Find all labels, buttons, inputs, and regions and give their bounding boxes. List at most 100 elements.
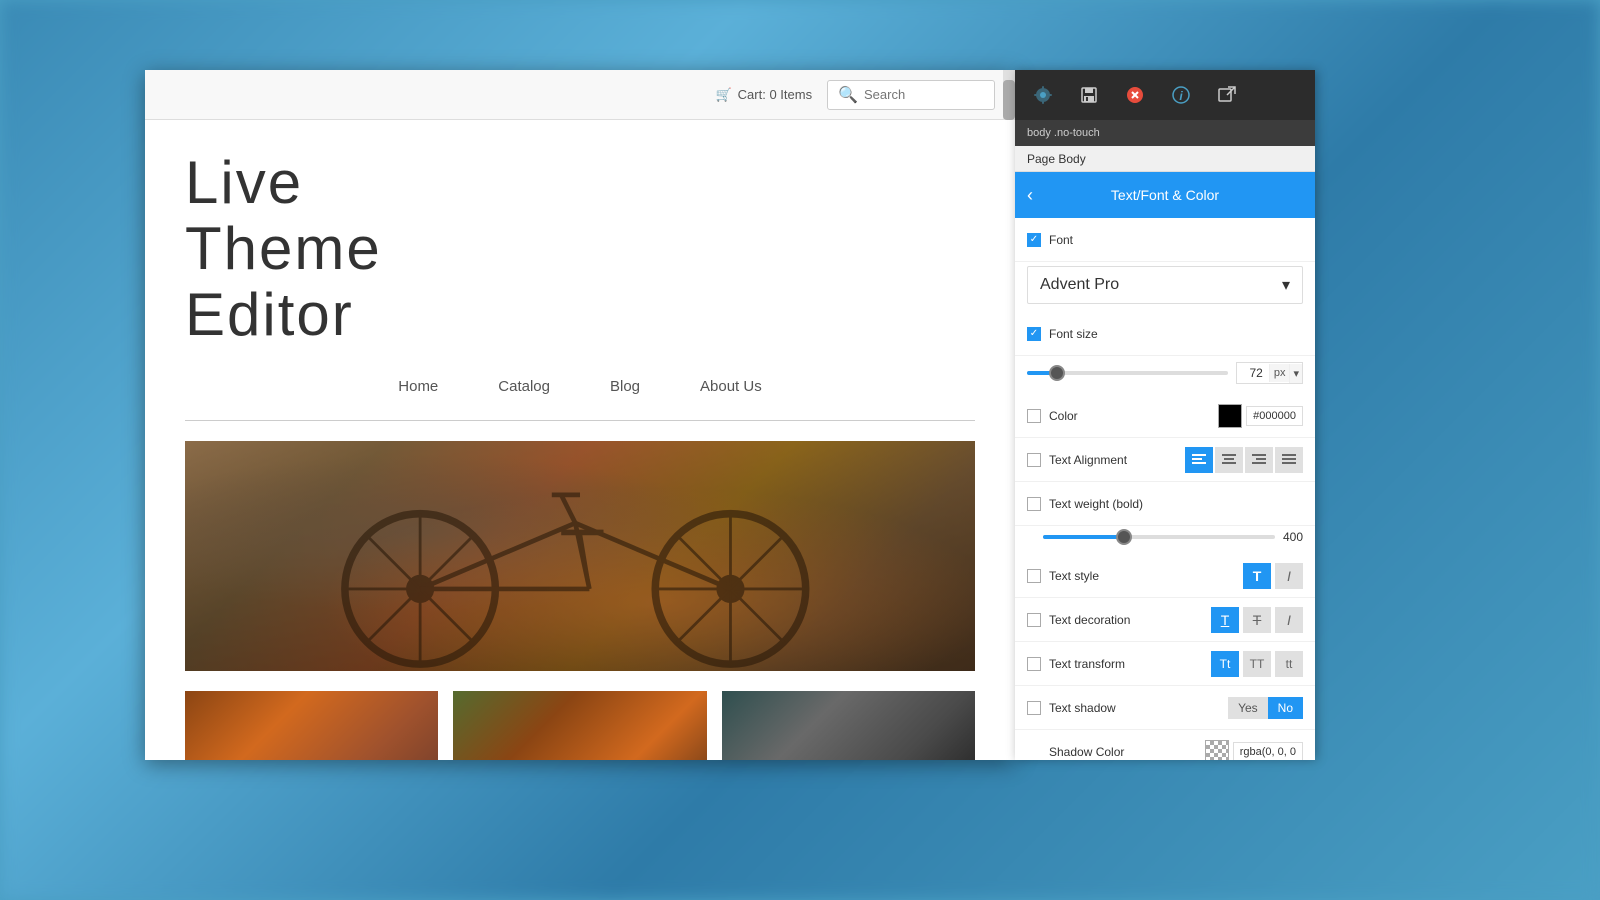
color-hex-value: #000000 — [1246, 406, 1303, 426]
font-size-unit-dropdown[interactable]: ▾ — [1289, 364, 1302, 383]
text-strikethrough-btn[interactable]: T — [1243, 607, 1271, 633]
nav-about-us[interactable]: About Us — [700, 378, 762, 395]
dropdown-arrow: ▾ — [1282, 275, 1290, 295]
breadcrumb-text: body .no-touch — [1027, 127, 1100, 139]
text-capitalize-btn[interactable]: Tt — [1211, 651, 1239, 677]
nav-home[interactable]: Home — [398, 378, 438, 395]
preview-content: Live Theme Editor Home Catalog Blog Abou… — [145, 120, 1015, 760]
grid-item-2 — [453, 691, 706, 760]
text-shadow-no-btn[interactable]: No — [1268, 697, 1303, 719]
font-size-checkbox[interactable]: ✓ — [1027, 327, 1041, 341]
nav-divider — [185, 420, 975, 421]
hero-line-2: Theme — [185, 216, 975, 282]
panel-breadcrumb: body .no-touch — [1015, 120, 1315, 146]
text-decoration-checkbox[interactable] — [1027, 613, 1041, 627]
color-checkbox[interactable] — [1027, 409, 1041, 423]
panel-section-header: ‹ Text/Font & Color — [1015, 172, 1315, 218]
font-label: Font — [1049, 233, 1073, 247]
text-transform-row: Text transform Tt TT tt — [1015, 642, 1315, 686]
text-italic-btn[interactable]: I — [1275, 563, 1303, 589]
font-size-label: Font size — [1049, 327, 1098, 341]
search-input[interactable] — [864, 87, 984, 102]
save-icon[interactable] — [1076, 82, 1102, 108]
text-style-checkbox[interactable] — [1027, 569, 1041, 583]
preview-nav: Home Catalog Blog About Us — [185, 368, 975, 420]
bicycle-svg — [185, 441, 975, 671]
align-justify-btn[interactable] — [1275, 447, 1303, 473]
font-size-slider-container: 72 px ▾ — [1015, 356, 1315, 394]
text-lowercase-btn[interactable]: tt — [1275, 651, 1303, 677]
weight-slider-fill — [1043, 535, 1124, 539]
text-shadow-yes-btn[interactable]: Yes — [1228, 697, 1268, 719]
text-style-row: Text style T I — [1015, 554, 1315, 598]
text-shadow-label: Text shadow — [1049, 701, 1116, 715]
settings-icon[interactable] — [1030, 82, 1056, 108]
shadow-color-box[interactable]: rgba(0, 0, 0 — [1205, 740, 1303, 761]
grid-item-1 — [185, 691, 438, 760]
cart-label: Cart: 0 Items — [738, 87, 812, 102]
website-preview-panel: 🛒 Cart: 0 Items 🔍 Live Theme Editor Home… — [145, 70, 1015, 760]
color-row: Color #000000 — [1015, 394, 1315, 438]
export-icon[interactable] — [1214, 82, 1240, 108]
font-selected: Advent Pro — [1040, 276, 1119, 294]
info-icon[interactable]: i — [1168, 82, 1194, 108]
font-dropdown[interactable]: Advent Pro ▾ — [1027, 266, 1303, 304]
right-panel: i body .no-touch Page Body ‹ Text/Font &… — [1015, 70, 1315, 760]
text-shadow-row: Text shadow Yes No — [1015, 686, 1315, 730]
shadow-color-swatch[interactable] — [1205, 740, 1229, 761]
grid-item-3 — [722, 691, 975, 760]
text-shadow-toggle: Yes No — [1228, 697, 1303, 719]
panel-toolbar: i — [1015, 70, 1315, 120]
back-button[interactable]: ‹ — [1027, 186, 1033, 204]
text-italic-dec-btn[interactable]: I — [1275, 607, 1303, 633]
text-style-buttons: T I — [1243, 563, 1303, 589]
nav-blog[interactable]: Blog — [610, 378, 640, 395]
text-shadow-checkbox[interactable] — [1027, 701, 1041, 715]
font-size-slider-track[interactable] — [1027, 371, 1228, 375]
text-decoration-label: Text decoration — [1049, 613, 1130, 627]
text-transform-checkbox[interactable] — [1027, 657, 1041, 671]
preview-topbar: 🛒 Cart: 0 Items 🔍 — [145, 70, 1015, 120]
text-transform-label: Text transform — [1049, 657, 1125, 671]
text-alignment-row: Text Alignment — [1015, 438, 1315, 482]
text-transform-buttons: Tt TT tt — [1211, 651, 1303, 677]
text-alignment-label: Text Alignment — [1049, 453, 1127, 467]
svg-text:i: i — [1179, 89, 1183, 103]
text-weight-slider-row: 400 — [1015, 526, 1315, 554]
align-center-btn[interactable] — [1215, 447, 1243, 473]
font-size-row: ✓ Font size — [1015, 312, 1315, 356]
search-box[interactable]: 🔍 — [827, 80, 995, 110]
cart-button[interactable]: 🛒 Cart: 0 Items — [715, 87, 812, 103]
font-size-value-box: 72 px ▾ — [1236, 362, 1303, 384]
color-box[interactable] — [1218, 404, 1242, 428]
page-body-text: Page Body — [1027, 152, 1086, 166]
font-size-value: 72 — [1237, 363, 1269, 383]
text-weight-row: Text weight (bold) — [1015, 482, 1315, 526]
font-checkbox[interactable]: ✓ — [1027, 233, 1041, 247]
color-label: Color — [1049, 409, 1078, 423]
text-decoration-buttons: T T I — [1211, 607, 1303, 633]
shadow-color-label: Shadow Color — [1049, 745, 1124, 759]
align-right-btn[interactable] — [1245, 447, 1273, 473]
text-weight-checkbox[interactable] — [1027, 497, 1041, 511]
hero-line-1: Live — [185, 150, 975, 216]
weight-slider-thumb[interactable] — [1116, 529, 1132, 545]
font-size-unit: px — [1269, 364, 1290, 382]
text-decoration-row: Text decoration T T I — [1015, 598, 1315, 642]
align-left-btn[interactable] — [1185, 447, 1213, 473]
text-underline-btn[interactable]: T — [1211, 607, 1239, 633]
scrollbar-thumb[interactable] — [1003, 80, 1015, 120]
text-weight-value: 400 — [1283, 530, 1303, 544]
shadow-color-row: Shadow Color rgba(0, 0, 0 — [1015, 730, 1315, 760]
close-icon[interactable] — [1122, 82, 1148, 108]
text-bold-btn[interactable]: T — [1243, 563, 1271, 589]
align-buttons — [1185, 447, 1303, 473]
nav-catalog[interactable]: Catalog — [498, 378, 550, 395]
search-icon: 🔍 — [838, 85, 858, 105]
shadow-color-value: rgba(0, 0, 0 — [1233, 742, 1303, 761]
color-swatch[interactable]: #000000 — [1218, 404, 1303, 428]
font-size-slider-thumb[interactable] — [1049, 365, 1065, 381]
text-uppercase-btn[interactable]: TT — [1243, 651, 1271, 677]
text-weight-slider-track[interactable] — [1043, 535, 1275, 539]
text-alignment-checkbox[interactable] — [1027, 453, 1041, 467]
